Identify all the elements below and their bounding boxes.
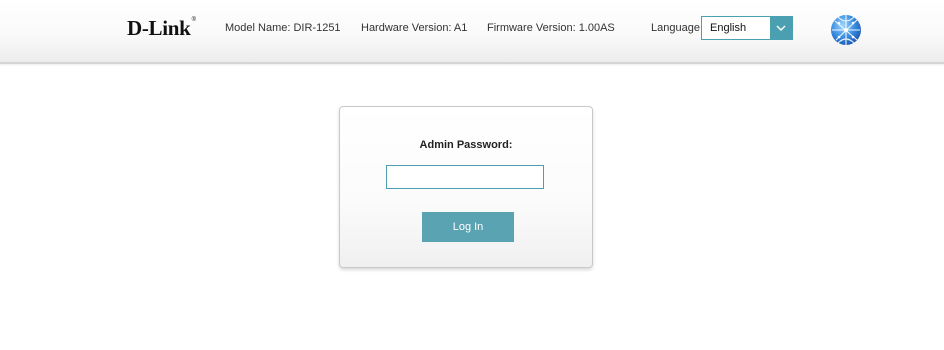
top-header: D-Link® Model Name: DIR-1251 Hardware Ve… (0, 0, 944, 64)
chevron-down-icon[interactable] (770, 17, 792, 39)
admin-password-input[interactable] (386, 165, 544, 189)
firmware-version: Firmware Version: 1.00AS (487, 22, 615, 34)
dlink-logo: D-Link® (127, 16, 196, 41)
language-selected-value: English (710, 22, 747, 34)
model-name: Model Name: DIR-1251 (225, 22, 341, 34)
logo-text: D-Link (127, 16, 191, 40)
login-button[interactable]: Log In (422, 212, 514, 242)
hardware-version: Hardware Version: A1 (361, 22, 468, 34)
language-select[interactable]: English (701, 16, 793, 40)
globe-icon[interactable] (829, 13, 863, 47)
registered-mark: ® (191, 17, 196, 23)
language-label: Language: (651, 22, 703, 34)
login-card: Admin Password: Log In (339, 106, 593, 268)
admin-password-label: Admin Password: (419, 139, 513, 151)
